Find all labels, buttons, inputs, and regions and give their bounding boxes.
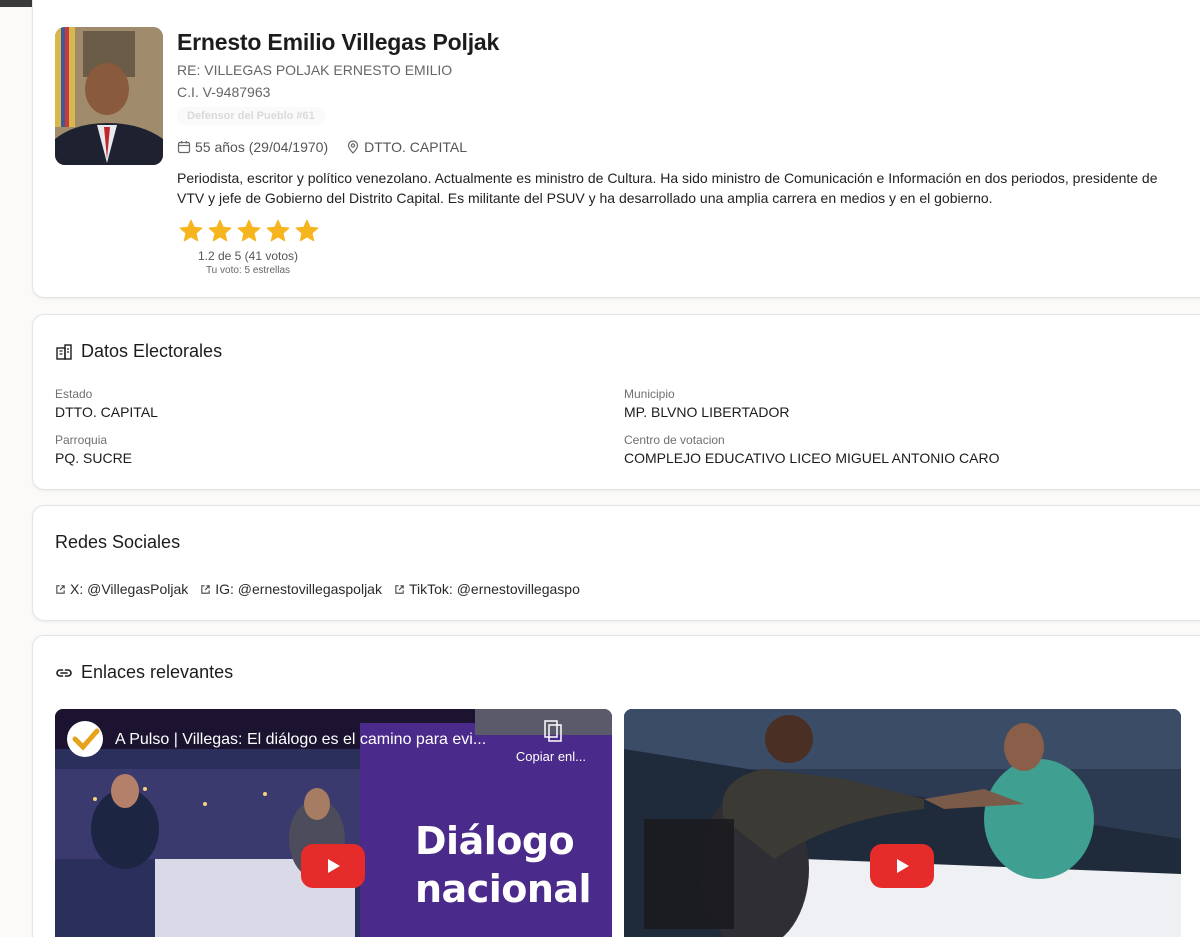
social-link-instagram[interactable]: IG: @ernestovillegaspoljak [200, 581, 382, 597]
electoral-title: Datos Electorales [81, 341, 223, 361]
play-icon [897, 859, 909, 873]
centro-value: COMPLEJO EDUCATIVO LICEO MIGUEL ANTONIO … [624, 450, 1000, 466]
calendar-icon [177, 141, 191, 154]
electoral-section-header: Datos Electorales [55, 341, 222, 362]
municipio-value: MP. BLVNO LIBERTADOR [624, 404, 790, 420]
role-badge: Defensor del Pueblo #61 [177, 107, 325, 125]
biography: Periodista, escritor y político venezola… [177, 170, 1158, 206]
avatar [55, 27, 163, 165]
centro-label: Centro de votacion [624, 433, 725, 447]
external-link-icon [395, 584, 404, 594]
profile-meta: 55 años (29/04/1970) DTTO. CAPITAL [177, 139, 467, 155]
registry-name: RE: VILLEGAS POLJAK ERNESTO EMILIO [177, 62, 453, 78]
star-icon-4[interactable] [265, 218, 291, 244]
social-card: Redes Sociales X: @VillegasPoljak IG: @e… [32, 505, 1200, 621]
links-card: Enlaces relevantes A Pulso | Villegas: E… [32, 635, 1200, 937]
social-link-x[interactable]: X: @VillegasPoljak [55, 581, 188, 597]
location-pin-icon [348, 140, 359, 154]
copy-link-button[interactable]: Copiar enl... [516, 749, 586, 764]
video-embed-1[interactable]: A Pulso | Villegas: El diálogo es el cam… [55, 709, 612, 937]
video-1-overlay-line-2: nacional [415, 867, 592, 911]
video-1-overlay-line-1: Diálogo [415, 819, 575, 863]
video-embed-2[interactable] [624, 709, 1181, 937]
candidate-name: Ernesto Emilio Villegas Poljak [177, 29, 500, 55]
external-link-icon [201, 584, 210, 594]
star-icon-1[interactable] [178, 218, 204, 244]
location-text: DTTO. CAPITAL [364, 139, 468, 155]
external-link-icon [56, 584, 65, 594]
profile-card: Ernesto Emilio Villegas Poljak RE: VILLE… [32, 0, 1200, 298]
estado-label: Estado [55, 387, 93, 401]
star-icon-2[interactable] [207, 218, 233, 244]
building-icon [56, 343, 72, 360]
play-icon [328, 859, 340, 873]
social-link-tiktok[interactable]: TikTok: @ernestovillegaspo [394, 581, 580, 597]
links-section-header: Enlaces relevantes [55, 662, 233, 683]
electoral-data-card: Datos Electorales Estado DTTO. CAPITAL M… [32, 314, 1200, 490]
link-icon [56, 668, 72, 677]
user-vote: Tu voto: 5 estrellas [205, 265, 291, 276]
video-1-title[interactable]: A Pulso | Villegas: El diálogo es el cam… [115, 731, 486, 749]
star-icon-3[interactable] [236, 218, 262, 244]
estado-value: DTTO. CAPITAL [55, 404, 158, 420]
parroquia-value: PQ. SUCRE [55, 450, 133, 466]
star-icon-5[interactable] [294, 218, 320, 244]
age-text: 55 años (29/04/1970) [195, 139, 329, 155]
social-section-header: Redes Sociales [55, 532, 180, 553]
social-title: Redes Sociales [55, 532, 181, 552]
rating-summary: 1.2 de 5 (41 votos) [197, 249, 299, 263]
municipio-label: Municipio [624, 387, 675, 401]
play-button[interactable] [301, 844, 365, 888]
star-rating[interactable] [178, 218, 320, 244]
play-button[interactable] [870, 844, 934, 888]
links-title: Enlaces relevantes [81, 662, 234, 682]
social-links: X: @VillegasPoljak IG: @ernestovillegasp… [55, 581, 580, 597]
id-number: C.I. V-9487963 [177, 84, 271, 100]
parroquia-label: Parroquia [55, 433, 108, 447]
